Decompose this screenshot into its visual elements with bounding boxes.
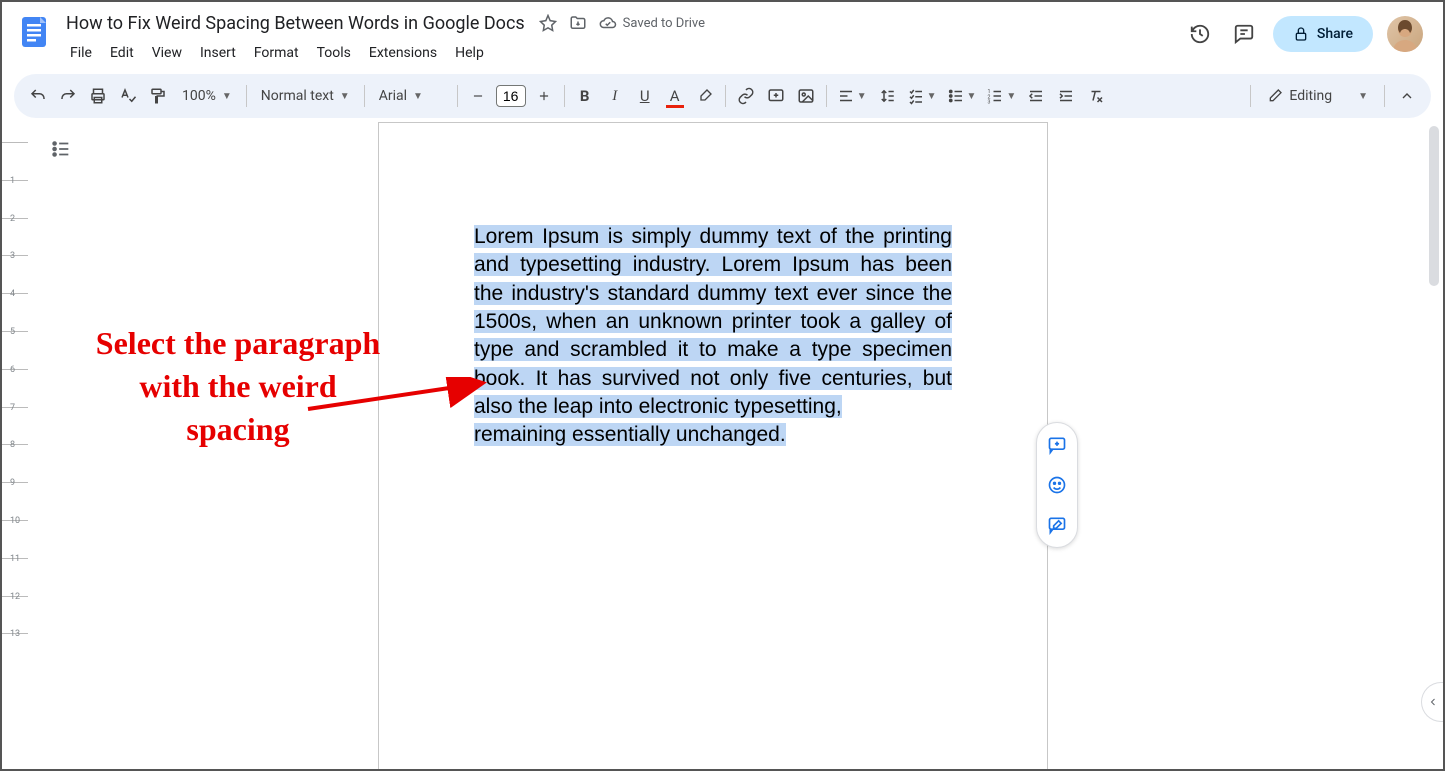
document-outline-button[interactable] (46, 134, 76, 164)
insert-image-button[interactable] (792, 82, 820, 110)
italic-button[interactable]: I (601, 82, 629, 110)
increase-indent-button[interactable] (1052, 82, 1080, 110)
menu-help[interactable]: Help (447, 41, 492, 65)
annotation-arrow (303, 377, 493, 417)
increase-font-button[interactable] (530, 82, 558, 110)
menu-file[interactable]: File (62, 41, 100, 65)
font-size-input[interactable] (496, 85, 526, 107)
share-label: Share (1317, 26, 1353, 42)
docs-logo[interactable] (14, 10, 54, 50)
menu-insert[interactable]: Insert (192, 41, 244, 65)
zoom-dropdown[interactable]: 100%▼ (174, 82, 240, 110)
collapse-toolbar-button[interactable] (1393, 82, 1421, 110)
toolbar: 100%▼ Normal text▼ Arial▼ B I U A ▼ ▼ ▼ … (14, 74, 1431, 118)
highlight-color-button[interactable] (691, 82, 719, 110)
menu-extensions[interactable]: Extensions (361, 41, 445, 65)
decrease-font-button[interactable] (464, 82, 492, 110)
clear-formatting-button[interactable] (1082, 82, 1110, 110)
menu-tools[interactable]: Tools (309, 41, 359, 65)
account-avatar[interactable] (1387, 16, 1423, 52)
svg-text:3: 3 (988, 100, 991, 106)
selection-tools (1036, 422, 1078, 548)
checklist-button[interactable]: ▼ (903, 82, 941, 110)
bold-button[interactable]: B (571, 82, 599, 110)
document-page[interactable]: Lorem Ipsum is simply dummy text of the … (378, 122, 1048, 769)
vertical-ruler[interactable]: 12345678910111213 (2, 122, 28, 769)
cloud-status[interactable]: Saved to Drive (599, 14, 705, 32)
menu-edit[interactable]: Edit (102, 41, 142, 65)
move-icon[interactable] (569, 14, 587, 32)
history-icon[interactable] (1185, 19, 1215, 49)
document-paragraph[interactable]: Lorem Ipsum is simply dummy text of the … (474, 223, 952, 450)
scrollbar-thumb[interactable] (1429, 126, 1439, 286)
paragraph-style-dropdown[interactable]: Normal text▼ (253, 82, 358, 110)
star-icon[interactable] (539, 14, 557, 32)
insert-link-button[interactable] (732, 82, 760, 110)
redo-button[interactable] (54, 82, 82, 110)
add-comment-button[interactable] (762, 82, 790, 110)
share-button[interactable]: Share (1273, 16, 1373, 52)
vertical-scrollbar[interactable] (1427, 124, 1441, 767)
menu-bar: File Edit View Insert Format Tools Exten… (62, 38, 1177, 68)
text-color-button[interactable]: A (661, 82, 689, 110)
numbered-list-button[interactable]: 123▼ (982, 82, 1020, 110)
selected-text-tail[interactable]: remaining essentially unchanged. (474, 423, 786, 446)
undo-button[interactable] (24, 82, 52, 110)
print-button[interactable] (84, 82, 112, 110)
font-dropdown[interactable]: Arial▼ (371, 82, 451, 110)
editing-mode-dropdown[interactable]: Editing▼ (1259, 82, 1376, 110)
document-title[interactable]: How to Fix Weird Spacing Between Words i… (62, 11, 529, 36)
bulleted-list-button[interactable]: ▼ (943, 82, 981, 110)
menu-format[interactable]: Format (246, 41, 307, 65)
add-comment-float-button[interactable] (1043, 431, 1071, 459)
saved-status-text: Saved to Drive (623, 16, 705, 31)
suggest-edits-button[interactable] (1043, 511, 1071, 539)
menu-view[interactable]: View (144, 41, 190, 65)
add-emoji-button[interactable] (1043, 471, 1071, 499)
comments-icon[interactable] (1229, 19, 1259, 49)
selected-text-main[interactable]: Lorem Ipsum is simply dummy text of the … (474, 225, 952, 418)
spellcheck-button[interactable] (114, 82, 142, 110)
decrease-indent-button[interactable] (1022, 82, 1050, 110)
align-button[interactable]: ▼ (833, 82, 871, 110)
underline-button[interactable]: U (631, 82, 659, 110)
line-spacing-button[interactable] (873, 82, 901, 110)
paint-format-button[interactable] (144, 82, 172, 110)
